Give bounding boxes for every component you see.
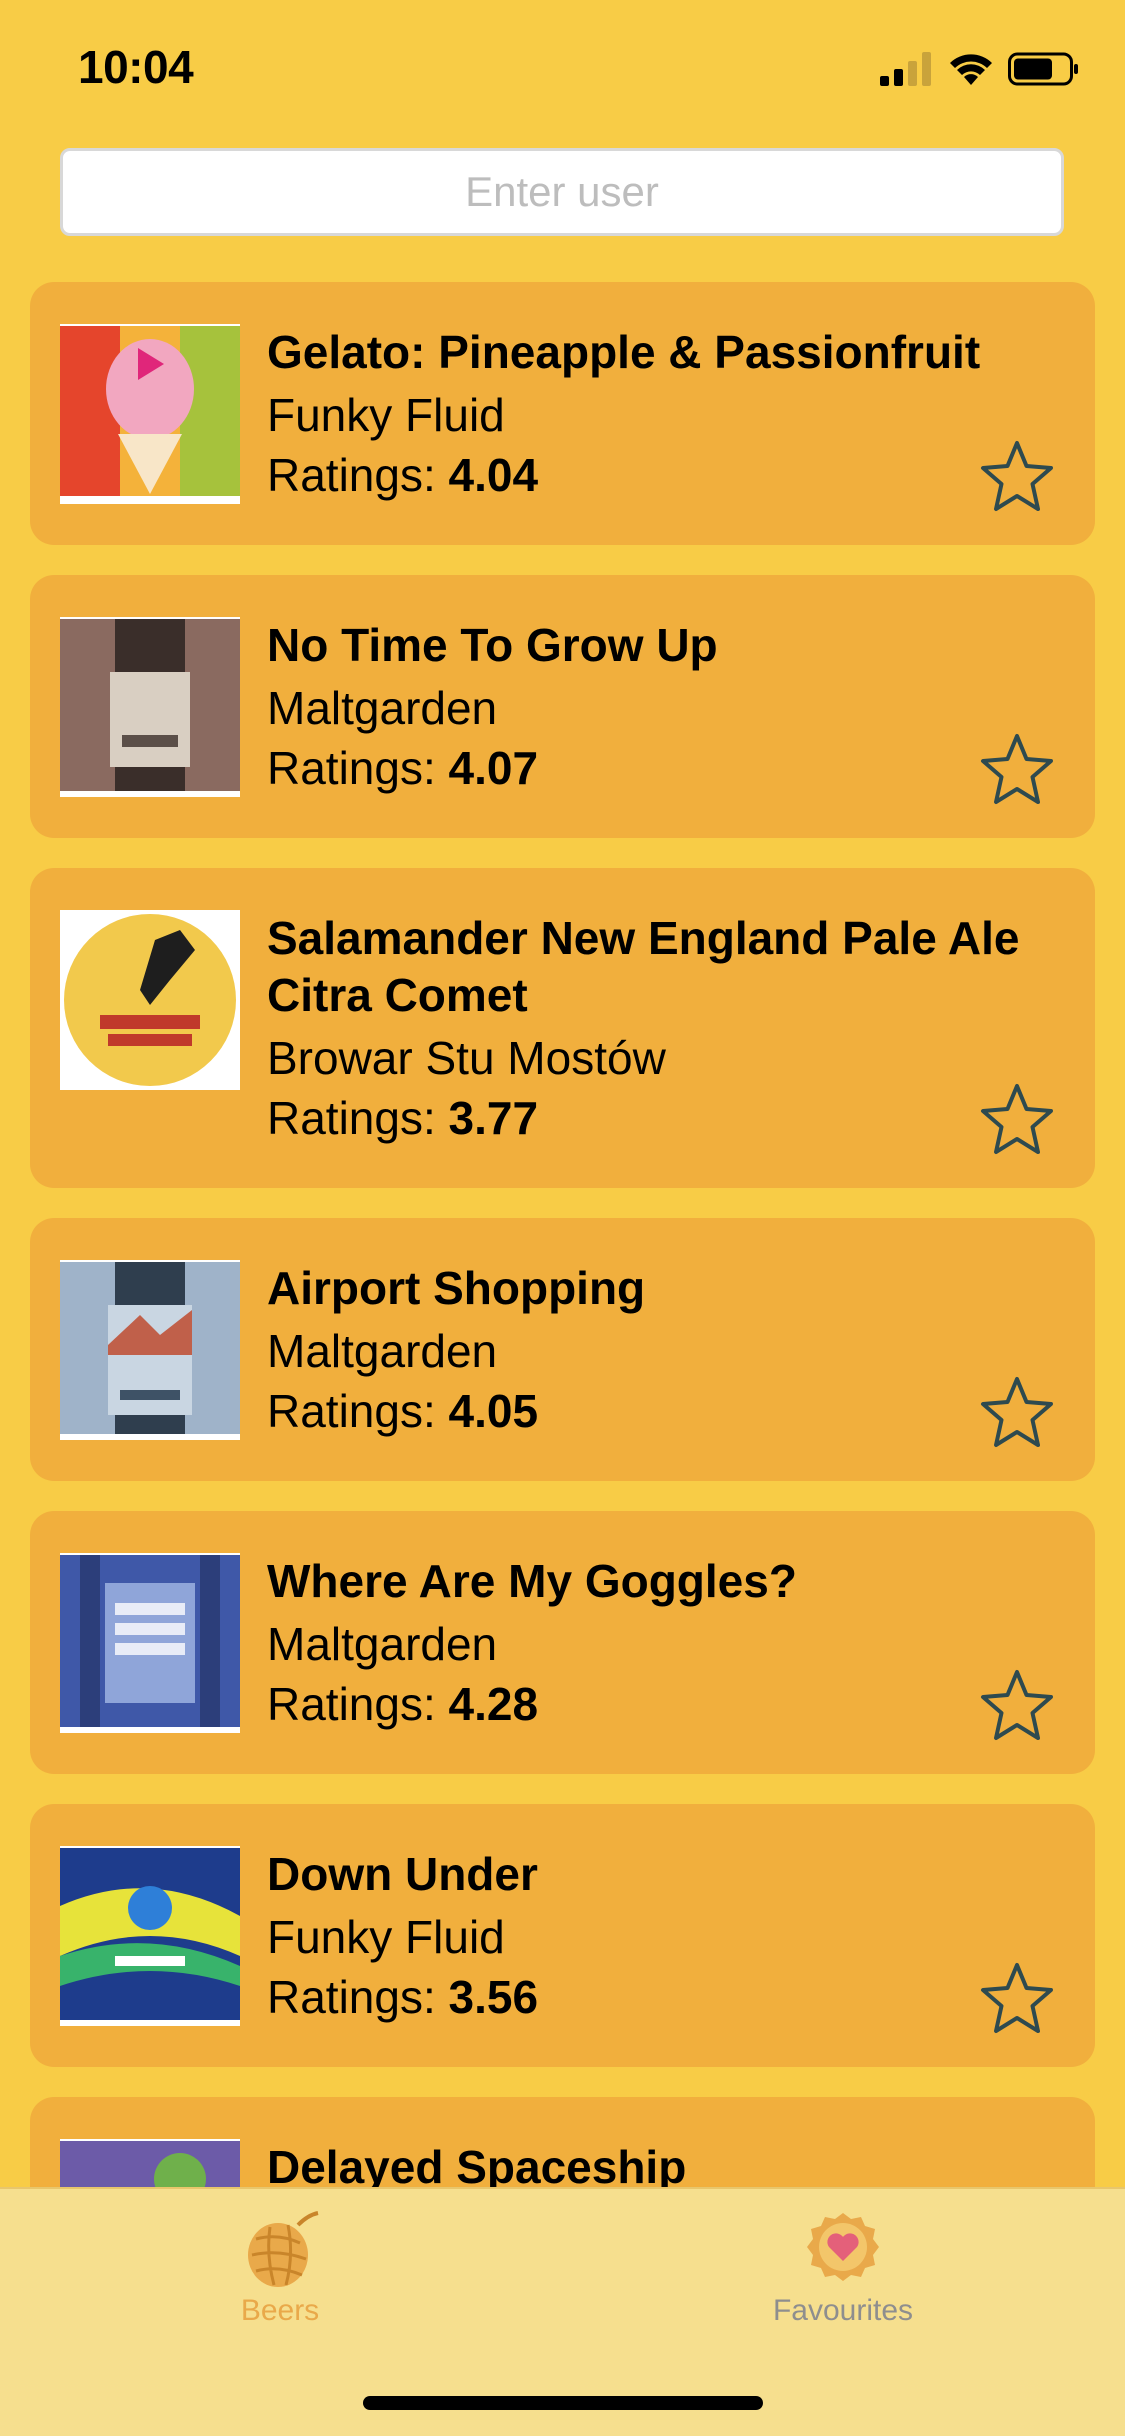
brewery-name: Maltgarden <box>267 1325 498 1377</box>
beer-thumbnail <box>60 1260 240 1440</box>
wifi-icon <box>950 54 992 85</box>
brewery-name: Maltgarden <box>267 1618 498 1670</box>
beer-thumbnail <box>60 617 240 797</box>
tab-beers-label: Beers <box>240 2294 320 2327</box>
rating-label: Ratings: <box>267 1971 436 2023</box>
rating-value: 4.28 <box>448 1678 539 1730</box>
beer-name: Gelato: Pineapple & Passionfruit <box>267 326 981 378</box>
status-time: 10:04 <box>78 41 194 93</box>
rating-value: 4.07 <box>448 742 539 794</box>
tab-favourites[interactable]: Favourites <box>693 2189 993 2389</box>
rating-label: Ratings: <box>267 1678 436 1730</box>
search-field-wrapper <box>60 148 1064 236</box>
beer-name: No Time To Grow Up <box>267 619 718 671</box>
beer-thumbnail <box>60 1846 240 2026</box>
beer-card[interactable]: Salamander New England Pale Ale Citra Co… <box>30 868 1095 1188</box>
beer-card[interactable]: Airport Shopping Maltgarden Ratings: 4.0… <box>30 1218 1095 1481</box>
favourite-star-icon[interactable] <box>979 1082 1055 1158</box>
favourite-star-icon[interactable] <box>979 1668 1055 1744</box>
rating-value: 3.56 <box>448 1971 539 2023</box>
brewery-name: Browar Stu Mostów <box>267 1032 666 1084</box>
rating-value: 4.04 <box>448 449 539 501</box>
user-search-input[interactable] <box>60 148 1064 236</box>
rating-line: Ratings: 3.56 <box>267 1967 1027 2027</box>
rating-label: Ratings: <box>267 449 436 501</box>
beer-card[interactable]: No Time To Grow Up Maltgarden Ratings: 4… <box>30 575 1095 838</box>
heart-badge-icon <box>807 2213 879 2281</box>
favourite-star-icon[interactable] <box>979 439 1055 515</box>
favourite-star-icon[interactable] <box>979 732 1055 808</box>
beer-name: Down Under <box>267 1848 538 1900</box>
beer-name: Airport Shopping <box>267 1262 646 1314</box>
beer-card[interactable]: Delayed Spaceship <box>30 2097 1095 2187</box>
rating-value: 3.77 <box>448 1092 539 1144</box>
tab-favourites-label: Favourites <box>772 2294 914 2327</box>
beer-thumbnail <box>60 910 240 1090</box>
rating-line: Ratings: 3.77 <box>267 1088 1027 1148</box>
brewery-name: Maltgarden <box>267 682 498 734</box>
rating-label: Ratings: <box>267 1385 436 1437</box>
favourite-star-icon[interactable] <box>979 1375 1055 1451</box>
beer-name: Salamander New England Pale Ale Citra Co… <box>267 912 1020 1021</box>
status-icons <box>880 52 1080 86</box>
beer-card[interactable]: Gelato: Pineapple & Passionfruit Funky F… <box>30 282 1095 545</box>
cellular-signal-icon <box>880 52 931 86</box>
beer-list[interactable]: Gelato: Pineapple & Passionfruit Funky F… <box>30 282 1095 2187</box>
beer-card[interactable]: Down Under Funky Fluid Ratings: 3.56 <box>30 1804 1095 2067</box>
brewery-name: Funky Fluid <box>267 389 505 441</box>
favourite-star-icon[interactable] <box>979 1961 1055 2037</box>
beer-thumbnail <box>60 324 240 504</box>
beer-card[interactable]: Where Are My Goggles? Maltgarden Ratings… <box>30 1511 1095 1774</box>
rating-value: 4.05 <box>448 1385 539 1437</box>
rating-label: Ratings: <box>267 742 436 794</box>
rating-line: Ratings: 4.05 <box>267 1381 1027 1441</box>
rating-line: Ratings: 4.04 <box>267 445 1027 505</box>
beer-name: Where Are My Goggles? <box>267 1555 797 1607</box>
tab-beers[interactable]: Beers <box>130 2189 430 2389</box>
rating-line: Ratings: 4.07 <box>267 738 1027 798</box>
beer-thumbnail <box>60 1553 240 1733</box>
rating-line: Ratings: 4.28 <box>267 1674 1027 1734</box>
hop-icon <box>248 2211 319 2287</box>
beer-name: Delayed Spaceship <box>267 2141 687 2187</box>
status-bar: 10:04 <box>0 0 1125 140</box>
battery-icon <box>1008 52 1078 86</box>
home-indicator[interactable] <box>363 2396 763 2410</box>
beer-thumbnail <box>60 2139 240 2187</box>
rating-label: Ratings: <box>267 1092 436 1144</box>
brewery-name: Funky Fluid <box>267 1911 505 1963</box>
